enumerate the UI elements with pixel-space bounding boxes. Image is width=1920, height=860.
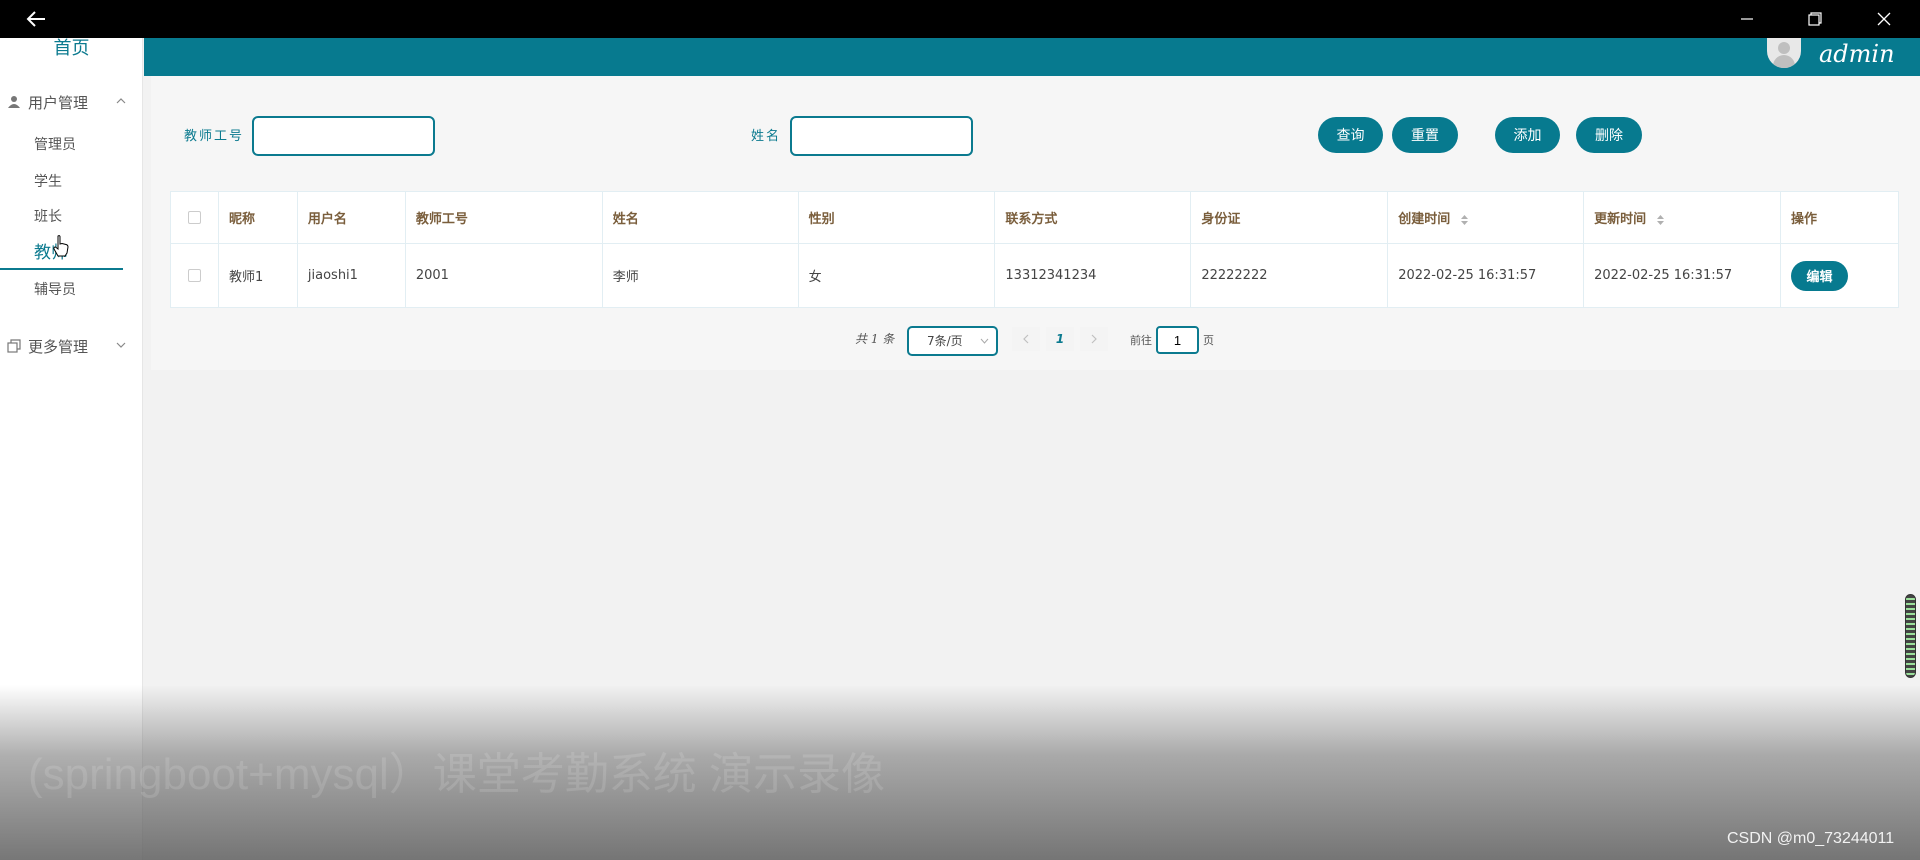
column-header: 用户名 xyxy=(296,191,406,244)
page-size-value: 7条/页 xyxy=(927,334,963,348)
goto-page-input[interactable] xyxy=(1156,326,1199,354)
column-header-label: 更新时间 xyxy=(1594,212,1647,227)
name-label: 姓名 xyxy=(751,129,782,144)
sidebar-group-label: 更多管理 xyxy=(28,337,89,356)
column-header: 操作 xyxy=(1779,191,1900,244)
sidebar-item-counselor[interactable]: 辅导员 xyxy=(0,273,143,307)
delete-button[interactable]: 删除 xyxy=(1576,117,1642,153)
name-input[interactable] xyxy=(790,116,973,156)
goto-unit-label: 页 xyxy=(1203,334,1214,347)
column-header: 教师工号 xyxy=(404,191,603,244)
sidebar-item-home[interactable]: 首页 xyxy=(0,38,143,60)
minimize-button[interactable] xyxy=(1719,0,1775,38)
sort-icon[interactable] xyxy=(1460,214,1469,226)
close-button[interactable] xyxy=(1856,0,1912,38)
copy-icon xyxy=(7,339,21,353)
user-name[interactable]: admin xyxy=(1819,40,1895,68)
cell-nickname: 教师1 xyxy=(217,243,298,308)
column-header: 姓名 xyxy=(601,191,799,244)
table-row: 教师1 jiaoshi1 2001 李师 女 13312341234 22222… xyxy=(170,243,1900,308)
column-header: 联系方式 xyxy=(994,191,1192,244)
sidebar-item-student[interactable]: 学生 xyxy=(0,165,143,199)
select-all-checkbox[interactable] xyxy=(187,211,201,224)
sidebar-item-admin[interactable]: 管理员 xyxy=(0,128,143,162)
avatar-head xyxy=(1778,42,1790,54)
row-checkbox[interactable] xyxy=(187,269,201,282)
user-icon xyxy=(8,96,20,108)
edit-button[interactable]: 编辑 xyxy=(1790,260,1848,291)
page-number-current[interactable]: 1 xyxy=(1046,327,1074,351)
cell-name: 李师 xyxy=(601,243,799,308)
query-button[interactable]: 查询 xyxy=(1318,117,1383,153)
prev-page-button[interactable] xyxy=(1012,327,1040,351)
goto-label: 前往 xyxy=(1130,334,1152,347)
column-header: 身份证 xyxy=(1190,191,1389,244)
cell-gender: 女 xyxy=(797,243,996,308)
page-size-select[interactable]: 7条/页 xyxy=(907,326,998,356)
back-button[interactable] xyxy=(8,0,64,38)
next-page-button[interactable] xyxy=(1080,327,1108,351)
restore-button[interactable] xyxy=(1787,0,1843,38)
cell-action: 编辑 xyxy=(1779,243,1900,308)
sidebar-group-label: 用户管理 xyxy=(28,93,89,112)
top-header: admin xyxy=(144,38,1920,76)
chevron-down-icon xyxy=(980,338,989,344)
scrollbar-thumb[interactable] xyxy=(1905,594,1916,678)
minimize-icon xyxy=(1739,11,1755,27)
cell-phone: 13312341234 xyxy=(994,243,1192,308)
chevron-down-icon xyxy=(116,342,126,348)
teacher-no-label: 教师工号 xyxy=(184,129,245,144)
close-icon xyxy=(1876,11,1892,27)
chevron-right-icon xyxy=(1091,334,1097,344)
chevron-up-icon xyxy=(116,98,126,104)
reset-button[interactable]: 重置 xyxy=(1392,117,1458,153)
back-arrow-icon xyxy=(26,10,46,28)
sidebar: 首页 用户管理 管理员 学生 班长 教师 辅导员 更多管理 xyxy=(0,38,143,860)
column-header: 性别 xyxy=(797,191,996,244)
avatar-body xyxy=(1773,55,1795,68)
cell-id-card: 22222222 xyxy=(1190,243,1389,308)
window-title-bar xyxy=(0,0,1920,38)
teacher-table: 昵称 用户名 教师工号 姓名 性别 联系方式 身份证 创建时间 更新时间 操作 … xyxy=(170,191,1900,308)
sidebar-item-monitor[interactable]: 班长 xyxy=(0,200,143,234)
table-header-row: 昵称 用户名 教师工号 姓名 性别 联系方式 身份证 创建时间 更新时间 操作 xyxy=(170,191,1900,244)
avatar[interactable] xyxy=(1767,38,1801,68)
column-header-sortable[interactable]: 更新时间 xyxy=(1583,191,1781,244)
sort-icon[interactable] xyxy=(1656,214,1665,226)
chevron-left-icon xyxy=(1023,334,1029,344)
select-all-cell xyxy=(170,191,219,244)
sidebar-group-user-management[interactable]: 用户管理 xyxy=(0,82,143,122)
video-subtitle: (springboot+mysql）课堂考勤系统 演示录像 xyxy=(28,750,885,799)
column-header-sortable[interactable]: 创建时间 xyxy=(1387,191,1585,244)
row-select-cell xyxy=(170,243,219,308)
pagination-total: 共 1 条 xyxy=(855,332,895,346)
column-header-label: 创建时间 xyxy=(1398,212,1451,227)
pointer-cursor-icon xyxy=(53,235,69,257)
restore-icon xyxy=(1807,11,1823,27)
add-button[interactable]: 添加 xyxy=(1495,117,1560,153)
cell-updated: 2022-02-25 16:31:57 xyxy=(1583,243,1781,308)
cell-username: jiaoshi1 xyxy=(296,243,406,308)
teacher-no-input[interactable] xyxy=(252,116,435,156)
sidebar-group-more-management[interactable]: 更多管理 xyxy=(0,326,143,366)
watermark: CSDN @m0_73244011 xyxy=(1727,830,1895,847)
cell-teacher-no: 2001 xyxy=(404,243,603,308)
cell-created: 2022-02-25 16:31:57 xyxy=(1387,243,1585,308)
column-header: 昵称 xyxy=(217,191,298,244)
